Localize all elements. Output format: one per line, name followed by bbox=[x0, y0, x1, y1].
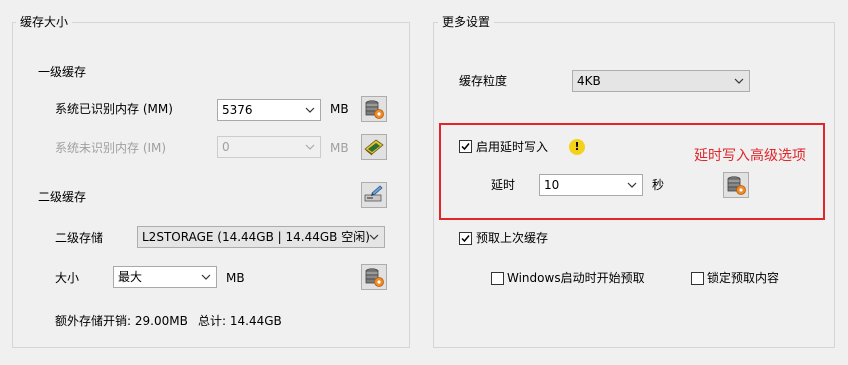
recognized-memory-value: 5376 bbox=[222, 103, 253, 117]
chevron-down-icon bbox=[734, 78, 744, 84]
granularity-label: 缓存粒度 bbox=[459, 74, 508, 88]
delay-value: 10 bbox=[544, 178, 560, 192]
chevron-down-icon bbox=[305, 144, 315, 150]
size-combo[interactable]: 最大 bbox=[113, 266, 217, 288]
chevron-down-icon bbox=[305, 107, 315, 113]
disk-settings-icon bbox=[365, 100, 384, 119]
disk-settings-icon bbox=[727, 176, 746, 195]
size-label: 大小 bbox=[55, 271, 80, 285]
granularity-value: 4KB bbox=[577, 74, 601, 88]
granularity-combo[interactable]: 4KB bbox=[572, 70, 750, 92]
prefetch-checkbox[interactable] bbox=[459, 232, 472, 245]
warning-icon: ! bbox=[569, 139, 585, 155]
recognized-memory-settings-button[interactable] bbox=[361, 96, 387, 122]
prefetch-on-startup-checkbox[interactable] bbox=[491, 272, 504, 285]
prefetch-label[interactable]: 预取上次缓存 bbox=[476, 230, 548, 246]
lock-prefetch-label[interactable]: 锁定预取内容 bbox=[707, 270, 779, 286]
chevron-down-icon bbox=[369, 234, 379, 240]
level2-cache-heading: 二级缓存 bbox=[38, 190, 87, 204]
more-settings-title: 更多设置 bbox=[438, 15, 495, 29]
delayed-write-annotation: 延时写入高级选项 bbox=[694, 148, 806, 164]
recognized-memory-combo[interactable]: 5376 bbox=[217, 99, 321, 121]
delayed-write-checkbox[interactable] bbox=[459, 140, 472, 153]
disk-settings-icon bbox=[365, 268, 384, 287]
delay-unit: 秒 bbox=[652, 178, 665, 192]
unrecognized-memory-value: 0 bbox=[222, 140, 230, 154]
chevron-down-icon bbox=[201, 274, 211, 280]
delay-combo[interactable]: 10 bbox=[539, 174, 643, 196]
check-icon bbox=[461, 235, 470, 243]
l2-storage-value: L2STORAGE (14.44GB | 14.44GB 空闲) bbox=[142, 230, 370, 244]
check-icon bbox=[461, 143, 470, 151]
storage-overhead-text: 额外存储开销: 29.00MB bbox=[55, 314, 188, 328]
lock-prefetch-checkbox[interactable] bbox=[691, 272, 704, 285]
recognized-memory-unit: MB bbox=[330, 102, 349, 116]
unrecognized-memory-unit: MB bbox=[330, 141, 349, 155]
prefetch-on-startup-label[interactable]: Windows启动时开始预取 bbox=[507, 270, 645, 286]
storage-total-text: 总计: 14.44GB bbox=[198, 314, 282, 328]
recognized-memory-label: 系统已识别内存 (MM) bbox=[55, 102, 173, 116]
size-unit: MB bbox=[226, 271, 245, 285]
memory-chip-icon bbox=[364, 139, 384, 156]
l2-storage-label: 二级存储 bbox=[55, 231, 104, 245]
delayed-write-highlight-box bbox=[439, 123, 825, 220]
size-settings-button[interactable] bbox=[361, 264, 387, 290]
level1-cache-heading: 一级缓存 bbox=[38, 65, 87, 79]
l2-storage-combo[interactable]: L2STORAGE (14.44GB | 14.44GB 空闲) bbox=[137, 226, 385, 248]
size-value: 最大 bbox=[118, 270, 143, 284]
delayed-write-label[interactable]: 启用延时写入 bbox=[476, 139, 548, 155]
unrecognized-memory-combo[interactable]: 0 bbox=[217, 136, 321, 158]
storage-edit-button[interactable] bbox=[361, 182, 387, 208]
delayed-write-advanced-button[interactable] bbox=[723, 172, 749, 198]
cache-size-title: 缓存大小 bbox=[16, 15, 73, 29]
delay-label: 延时 bbox=[491, 178, 516, 192]
chevron-down-icon bbox=[627, 182, 637, 188]
unrecognized-memory-label: 系统未识别内存 (IM) bbox=[55, 141, 167, 155]
storage-edit-icon bbox=[364, 185, 383, 202]
unrecognized-memory-settings-button[interactable] bbox=[361, 134, 387, 160]
